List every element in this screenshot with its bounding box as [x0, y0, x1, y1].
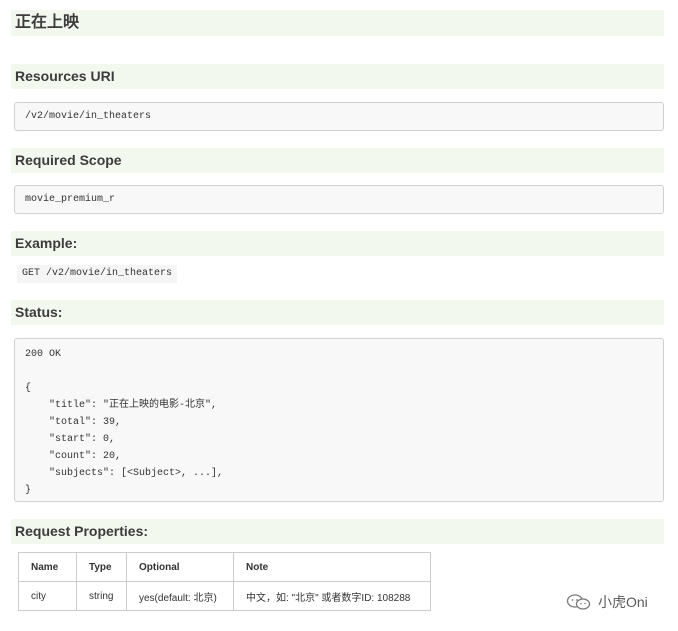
page-title: 正在上映 — [11, 10, 664, 36]
status-code-line: "total": 39, — [25, 417, 122, 428]
status-code-block: 200 OK { "title": "正在上映的电影-北京", "total":… — [14, 338, 664, 502]
status-code-line — [25, 363, 653, 380]
example-code: GET /v2/movie/in_theaters — [17, 265, 178, 283]
request-properties-heading: Request Properties: — [11, 519, 664, 544]
status-code-line: "start": 0, — [25, 434, 116, 445]
resources-uri-heading: Resources URI — [11, 64, 664, 89]
column-header-name: Name — [18, 552, 77, 582]
table-row: city string yes(default: 北京) 中文，如: "北京" … — [18, 581, 431, 611]
required-scope-heading: Required Scope — [11, 148, 664, 173]
cell-name: city — [18, 581, 77, 611]
cell-optional: yes(default: 北京) — [126, 581, 234, 611]
column-header-note: Note — [233, 552, 431, 582]
status-code-line: "count": 20, — [25, 451, 122, 462]
example-heading: Example: — [11, 231, 664, 256]
required-scope-code: movie_premium_r — [14, 185, 664, 214]
status-heading: Status: — [11, 300, 664, 325]
cell-note: 中文，如: "北京" 或者数字ID: 108288 — [233, 581, 431, 611]
status-code-line: "subjects": [<Subject>, ...], — [25, 468, 224, 479]
column-header-optional: Optional — [126, 552, 234, 582]
table-header-row: Name Type Optional Note — [18, 552, 431, 582]
status-code-line: 200 OK — [25, 349, 62, 360]
cell-type: string — [76, 581, 127, 611]
watermark: 小虎Oni — [566, 592, 648, 612]
resources-uri-code: /v2/movie/in_theaters — [14, 102, 664, 131]
status-code-line: "title": "正在上映的电影-北京", — [25, 400, 218, 411]
status-code-line: } — [25, 485, 32, 496]
column-header-type: Type — [76, 552, 127, 582]
watermark-text: 小虎Oni — [598, 594, 648, 610]
wechat-icon — [566, 593, 592, 611]
status-code-line: { — [25, 383, 32, 394]
request-properties-table: Name Type Optional Note city string yes(… — [18, 552, 431, 611]
